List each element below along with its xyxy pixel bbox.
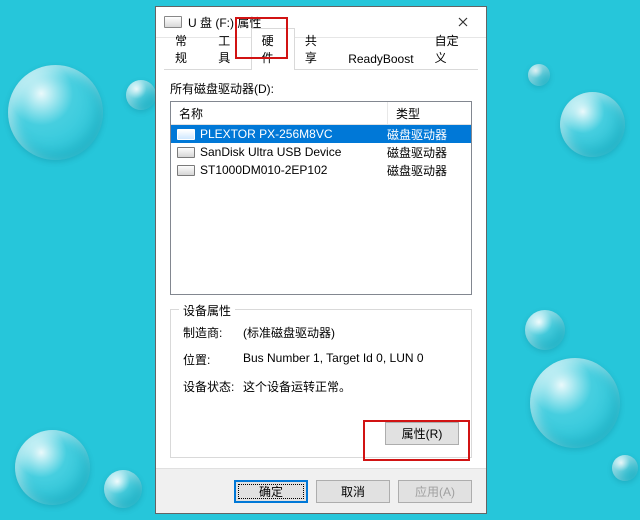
drive-name: PLEXTOR PX-256M8VC: [200, 127, 333, 141]
drive-name: SanDisk Ultra USB Device: [200, 145, 341, 159]
drive-icon: [164, 16, 182, 28]
tab-sharing[interactable]: 共享: [294, 28, 338, 70]
tab-general[interactable]: 常规: [164, 28, 208, 70]
manufacturer-value: (标准磁盘驱动器): [243, 324, 459, 341]
dialog-footer: 确定 取消 应用(A): [156, 468, 486, 513]
col-header-type[interactable]: 类型: [388, 102, 471, 124]
tab-label: 硬件: [262, 34, 274, 65]
device-properties-button[interactable]: 属性(R): [385, 422, 459, 445]
drive-type: 磁盘驱动器: [381, 162, 471, 179]
location-label: 位置:: [183, 351, 243, 368]
tab-label: 常规: [175, 34, 187, 65]
tab-hardware[interactable]: 硬件: [251, 28, 295, 70]
drive-type: 磁盘驱动器: [381, 144, 471, 161]
properties-dialog: U 盘 (F:) 属性 常规 工具 硬件 共享 ReadyBoost 自定义 所…: [155, 6, 487, 514]
tab-bar: 常规 工具 硬件 共享 ReadyBoost 自定义: [156, 38, 486, 70]
tab-label: 自定义: [435, 34, 459, 65]
apply-button[interactable]: 应用(A): [398, 480, 472, 503]
tab-label: 工具: [218, 34, 230, 65]
device-properties-group: 设备属性 制造商: (标准磁盘驱动器) 位置: Bus Number 1, Ta…: [170, 309, 472, 458]
group-legend: 设备属性: [179, 302, 235, 319]
disk-icon: [177, 165, 195, 176]
list-item[interactable]: ST1000DM010-2EP102 磁盘驱动器: [171, 161, 471, 179]
manufacturer-label: 制造商:: [183, 324, 243, 341]
disk-icon: [177, 147, 195, 158]
cancel-button[interactable]: 取消: [316, 480, 390, 503]
tab-content: 所有磁盘驱动器(D): 名称 类型 PLEXTOR PX-256M8VC 磁盘驱…: [156, 70, 486, 468]
col-header-name[interactable]: 名称: [171, 102, 388, 124]
list-item[interactable]: SanDisk Ultra USB Device 磁盘驱动器: [171, 143, 471, 161]
list-header: 名称 类型: [171, 102, 471, 125]
drive-list-caption: 所有磁盘驱动器(D):: [170, 80, 472, 97]
list-item[interactable]: PLEXTOR PX-256M8VC 磁盘驱动器: [171, 125, 471, 143]
location-value: Bus Number 1, Target Id 0, LUN 0: [243, 351, 459, 368]
drive-type: 磁盘驱动器: [381, 126, 471, 143]
status-value: 这个设备运转正常。: [243, 378, 459, 395]
tab-readyboost[interactable]: ReadyBoost: [337, 48, 424, 70]
tab-custom[interactable]: 自定义: [424, 28, 479, 70]
disk-icon: [177, 129, 195, 140]
tab-tools[interactable]: 工具: [207, 28, 251, 70]
status-label: 设备状态:: [183, 378, 243, 395]
drive-name: ST1000DM010-2EP102: [200, 163, 327, 177]
drive-list[interactable]: 名称 类型 PLEXTOR PX-256M8VC 磁盘驱动器 SanDisk U…: [170, 101, 472, 295]
tab-label: ReadyBoost: [348, 52, 413, 66]
ok-button[interactable]: 确定: [234, 480, 308, 503]
tab-label: 共享: [305, 34, 317, 65]
